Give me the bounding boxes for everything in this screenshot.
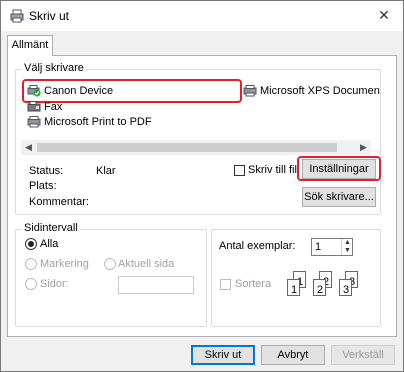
status-value: Klar (96, 165, 116, 177)
print-button-label: Skriv ut (204, 349, 242, 361)
preferences-button[interactable]: Inställningar (302, 159, 376, 179)
collate-label: Sortera (235, 278, 272, 290)
chevron-down-icon[interactable]: ▼ (344, 247, 351, 254)
scrollbar-thumb[interactable] (37, 143, 337, 152)
page-range-group-title: Sidintervall (22, 222, 80, 234)
radio-current-page[interactable] (104, 258, 116, 270)
page-icon: 1 (287, 279, 300, 296)
cancel-button[interactable]: Avbryt (261, 345, 325, 365)
radio-all[interactable] (25, 238, 37, 250)
printer-list-scrollbar[interactable]: ◀ ▶ (21, 140, 371, 155)
status-label: Status: (29, 165, 64, 177)
apply-button[interactable]: Verkställ (331, 345, 395, 365)
printer-icon (27, 116, 41, 128)
printer-item-fax[interactable]: Fax (27, 99, 62, 115)
radio-current-page-label: Aktuell sida (118, 258, 175, 270)
printer-icon (10, 9, 24, 26)
print-to-file-label: Skriv till fil (248, 164, 297, 176)
radio-selection[interactable] (25, 258, 37, 270)
radio-pages[interactable] (25, 278, 37, 290)
printer-name: Microsoft XPS Documen (260, 85, 380, 97)
scroll-left-icon[interactable]: ◀ (21, 140, 36, 155)
copies-label: Antal exemplar: (219, 240, 296, 252)
radio-pages-label: Sidor: (40, 278, 69, 290)
print-button[interactable]: Skriv ut (191, 345, 255, 365)
chevron-up-icon[interactable]: ▲ (344, 239, 351, 246)
radio-selection-label: Markering (40, 258, 89, 270)
tab-general[interactable]: Allmänt (7, 35, 53, 56)
close-icon: ✕ (378, 7, 390, 23)
printer-name: Microsoft Print to PDF (44, 116, 152, 128)
title-bar: Skriv ut ✕ (1, 1, 403, 31)
print-dialog: Skriv ut ✕ Allmänt Välj skrivare Canon D… (0, 0, 404, 372)
page-icon: 2 (313, 279, 326, 296)
radio-all-label: Alla (40, 238, 59, 250)
select-printer-group-title: Välj skrivare (22, 62, 86, 74)
location-label: Plats: (29, 180, 57, 192)
printer-item-xps[interactable]: Microsoft XPS Documen (243, 83, 380, 99)
collate-checkbox[interactable] (220, 279, 231, 290)
copies-spinner[interactable]: ▲ ▼ (341, 239, 353, 255)
page-icon: 3 (339, 279, 352, 296)
comment-label: Kommentar: (29, 196, 89, 208)
printer-icon (243, 85, 257, 97)
pages-input[interactable] (118, 276, 194, 294)
printer-name: Fax (44, 101, 63, 113)
print-to-file-checkbox[interactable] (234, 165, 245, 176)
close-button[interactable]: ✕ (373, 5, 395, 25)
scroll-right-icon[interactable]: ▶ (356, 140, 371, 155)
window-title: Skriv ut (29, 9, 70, 23)
printer-item-pdf[interactable]: Microsoft Print to PDF (27, 114, 152, 130)
find-printer-button[interactable]: Sök skrivare... (302, 187, 376, 207)
fax-icon (27, 101, 41, 113)
